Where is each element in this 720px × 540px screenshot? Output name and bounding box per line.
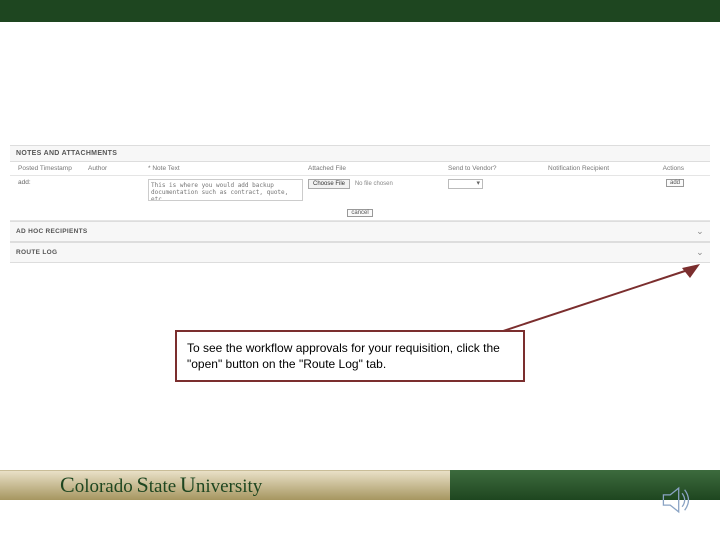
csu-logo: Colorado State University [60, 472, 262, 498]
col-author: Author [86, 165, 146, 172]
panel-adhoc-recipients[interactable]: AD HOC RECIPIENTS ⌄ [10, 221, 710, 242]
panel-notes-attachments[interactable]: NOTES AND ATTACHMENTS [10, 145, 710, 162]
chevron-down-icon: ⌄ [696, 226, 704, 237]
col-vendor: Send to Vendor? [446, 165, 546, 172]
choose-file-button[interactable]: Choose File [308, 179, 350, 189]
instruction-callout: To see the workflow approvals for your r… [175, 330, 525, 382]
row-label: add: [16, 179, 86, 186]
audio-icon[interactable] [660, 483, 694, 522]
col-note: * Note Text [146, 165, 306, 172]
send-to-vendor-select[interactable] [448, 179, 483, 189]
panel-title: NOTES AND ATTACHMENTS [16, 150, 117, 157]
cancel-button[interactable]: cancel [347, 209, 372, 217]
col-notif: Notification Recipient [546, 165, 636, 172]
col-actions: Actions [636, 165, 686, 172]
panel-title: AD HOC RECIPIENTS [16, 228, 88, 235]
note-text-input[interactable] [148, 179, 303, 201]
col-file: Attached File [306, 165, 446, 172]
attachments-header-row: Posted Timestamp Author * Note Text Atta… [10, 162, 710, 176]
callout-arrow [500, 264, 700, 334]
panel-route-log[interactable]: ROUTE LOG ⌄ [10, 242, 710, 263]
slide-footer: Colorado State University [0, 470, 720, 540]
attachments-action-bar: cancel [10, 206, 710, 221]
no-file-label: No file chosen [355, 181, 393, 187]
form-area: NOTES AND ATTACHMENTS Posted Timestamp A… [10, 145, 710, 263]
attachments-add-row: add: Choose File No file chosen add [10, 176, 710, 206]
add-row-button[interactable]: add [666, 179, 684, 187]
callout-text: To see the workflow approvals for your r… [187, 341, 500, 371]
col-posted: Posted Timestamp [16, 165, 86, 172]
window-top-bar [0, 0, 720, 22]
panel-title: ROUTE LOG [16, 249, 57, 256]
chevron-down-icon: ⌄ [696, 247, 704, 258]
